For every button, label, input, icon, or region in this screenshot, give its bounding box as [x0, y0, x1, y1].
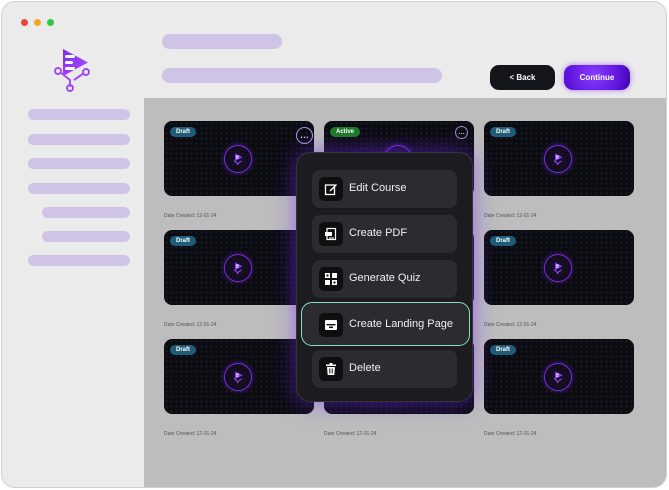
card-date-created: Date Created: 12-01-24	[164, 213, 217, 219]
sidebar-item-1[interactable]	[28, 109, 130, 120]
menu-item-generate-quiz[interactable]: Generate Quiz	[312, 260, 457, 298]
maximize-window-dot[interactable]	[47, 19, 54, 26]
menu-item-label: Edit Course	[349, 182, 407, 194]
app-window: < Back Continue Draft…Date Created: 12-0…	[1, 1, 667, 488]
sidebar-item-3[interactable]	[28, 158, 130, 169]
sidebar	[2, 98, 144, 487]
status-badge: Draft	[170, 345, 197, 355]
header-subtitle-placeholder	[162, 68, 442, 83]
card-date-created: Date Created: 12-01-24	[484, 322, 537, 328]
menu-item-label: Generate Quiz	[349, 272, 421, 284]
brand-logo	[54, 49, 90, 92]
menu-item-label: Create Landing Page	[349, 318, 453, 330]
course-logo-icon	[224, 254, 252, 282]
menu-item-label: Delete	[349, 362, 381, 374]
sidebar-item-4[interactable]	[28, 183, 130, 194]
close-window-dot[interactable]	[21, 19, 28, 26]
course-logo-icon	[224, 145, 252, 173]
window-controls	[21, 19, 54, 26]
continue-button[interactable]: Continue	[564, 65, 630, 90]
status-badge: Draft	[490, 127, 517, 137]
card-date-created: Date Created: 12-01-24	[324, 431, 377, 437]
status-badge: Draft	[490, 236, 517, 246]
landing-page-icon	[319, 313, 343, 337]
course-logo-icon	[544, 145, 572, 173]
quiz-icon	[319, 267, 343, 291]
trash-icon	[319, 357, 343, 381]
status-badge: Draft	[170, 236, 197, 246]
pdf-icon	[319, 222, 343, 246]
menu-item-edit-course[interactable]: Edit Course	[312, 170, 457, 208]
course-card[interactable]: Draft	[484, 230, 634, 305]
course-logo-icon	[544, 363, 572, 391]
status-badge: Draft	[170, 127, 197, 137]
course-logo-icon	[544, 254, 572, 282]
card-date-created: Date Created: 12-01-24	[164, 322, 217, 328]
menu-item-label: Create PDF	[349, 227, 408, 239]
sidebar-subitem-2[interactable]	[42, 231, 130, 242]
card-date-created: Date Created: 12-01-24	[164, 431, 217, 437]
card-date-created: Date Created: 12-01-24	[484, 431, 537, 437]
sidebar-item-5[interactable]	[28, 255, 130, 266]
card-date-created: Date Created: 12-01-24	[484, 213, 537, 219]
sidebar-subitem-1[interactable]	[42, 207, 130, 218]
course-logo-icon	[224, 363, 252, 391]
menu-item-create-pdf[interactable]: Create PDF	[312, 215, 457, 253]
back-button[interactable]: < Back	[490, 65, 555, 90]
status-badge: Draft	[490, 345, 517, 355]
edit-icon	[319, 177, 343, 201]
header-title-placeholder	[162, 34, 282, 49]
menu-item-create-landing-page[interactable]: Create Landing Page	[301, 302, 470, 346]
course-card[interactable]: Draft	[484, 339, 634, 414]
sidebar-item-2[interactable]	[28, 134, 130, 145]
menu-item-delete[interactable]: Delete	[312, 350, 457, 388]
minimize-window-dot[interactable]	[34, 19, 41, 26]
context-menu: Edit Course Create PDF Generate Quiz Cre…	[296, 152, 473, 402]
course-card[interactable]: Draft	[484, 121, 634, 196]
